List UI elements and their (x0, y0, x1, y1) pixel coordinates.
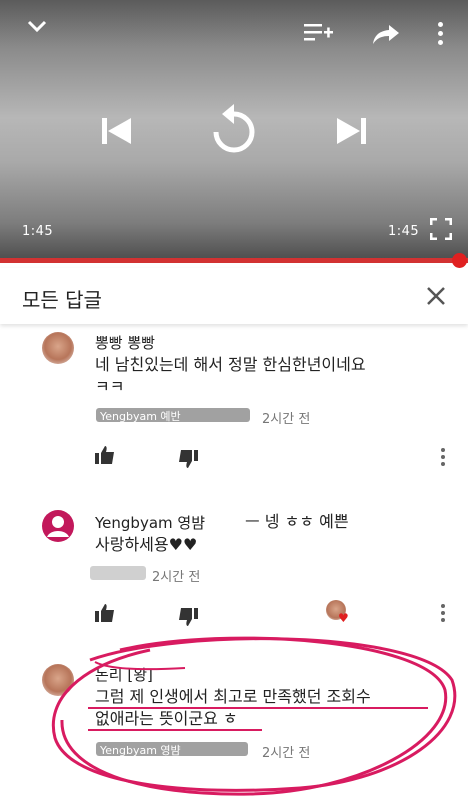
like-icon[interactable] (95, 446, 115, 464)
skip-next-icon[interactable] (334, 116, 368, 146)
page-title: 모든 답글 (22, 288, 102, 312)
video-player[interactable]: 1:45 1:45 (0, 0, 468, 262)
comment-text-line2: ㅋㅋ (95, 377, 125, 396)
elapsed-time: 1:45 (22, 224, 54, 239)
avatar[interactable] (42, 510, 74, 542)
more-vert-icon[interactable] (438, 22, 444, 45)
comment-handle: Yengbyam 예반 (100, 410, 181, 423)
replay-icon[interactable] (209, 104, 259, 158)
comment-time: 2시간 전 (262, 412, 311, 427)
comment-text-line1: 네 남친있는데 해서 정말 한심한년이네요 (95, 355, 366, 374)
progress-bar[interactable] (0, 258, 468, 263)
more-options-icon[interactable] (441, 448, 445, 469)
chevron-down-icon[interactable] (26, 18, 48, 34)
dislike-icon[interactable] (178, 450, 198, 468)
skip-previous-icon[interactable] (100, 116, 134, 146)
replies-header: 모든 답글 (0, 268, 468, 324)
redacted-handle (90, 566, 146, 580)
share-icon[interactable] (372, 23, 400, 45)
comment-reply-text: ㅡ 넹 ㅎㅎ 예쁜 (245, 512, 349, 531)
fullscreen-icon[interactable] (430, 218, 452, 240)
highlight-annotation (51, 636, 457, 796)
add-to-playlist-icon[interactable] (304, 22, 334, 44)
comment-time: 2시간 전 (152, 570, 201, 585)
progress-scrubber[interactable] (452, 253, 467, 268)
total-time: 1:45 (388, 224, 420, 239)
comment-text-line2: 사랑하세용♥♥ (95, 535, 198, 554)
comment-author[interactable]: Yengbyam 영뱜 (95, 512, 205, 533)
avatar[interactable] (42, 332, 74, 364)
close-icon[interactable] (424, 284, 448, 308)
comment-author[interactable]: 뽕빵 뽕빵 (95, 332, 155, 353)
comment-item: 뽕빵 뽕빵 네 남친있는데 해서 정말 한심한년이네요 ㅋㅋ Yengbyam … (0, 330, 468, 480)
